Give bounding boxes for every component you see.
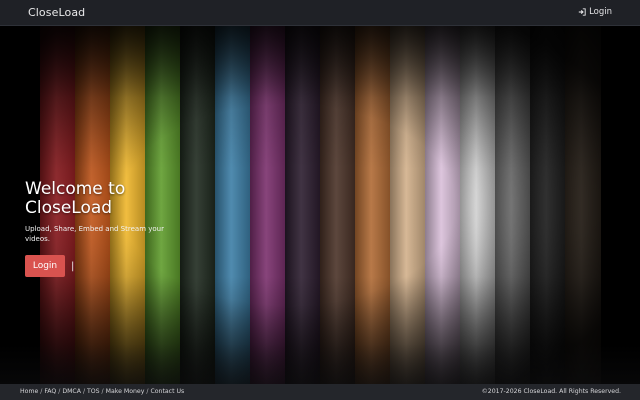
background-stripe [495,26,531,384]
background-stripe [285,26,321,384]
hero-subtitle: Upload, Share, Embed and Stream your vid… [25,225,164,243]
background-stripe [215,26,251,384]
footer-link-faq[interactable]: FAQ [44,388,56,395]
background-stripe [390,26,426,384]
sign-in-icon [578,8,586,16]
brand-logo-link[interactable]: CloseLoad [28,6,85,19]
footer: Home / FAQ / DMCA / TOS / Make Money / C… [0,384,640,400]
top-navbar: CloseLoad Login [0,0,640,26]
nav-login-label: Login [589,7,612,17]
hero-title: Welcome to CloseLoad [25,180,175,218]
footer-link-tos[interactable]: TOS [87,388,100,395]
background-stripe [180,26,216,384]
text-cursor-icon: | [71,260,75,272]
footer-link-contact-us[interactable]: Contact Us [150,388,184,395]
footer-link-home[interactable]: Home [20,388,38,395]
hero-section: Welcome to CloseLoad Upload, Share, Embe… [0,26,640,384]
background-stripe [565,26,601,384]
footer-links: Home / FAQ / DMCA / TOS / Make Money / C… [20,388,184,395]
background-stripe [530,26,566,384]
background-stripe [460,26,496,384]
background-stripe [250,26,286,384]
background-stripe [320,26,356,384]
background-stripe [425,26,461,384]
hero-login-button[interactable]: Login [25,255,65,277]
footer-link-dmca[interactable]: DMCA [62,388,81,395]
footer-link-make-money[interactable]: Make Money [106,388,145,395]
background-stripe [355,26,391,384]
footer-copyright: ©2017-2026 CloseLoad. All Rights Reserve… [481,388,621,395]
hero-title-line2: CloseLoad [25,198,113,218]
hero-content: Welcome to CloseLoad Upload, Share, Embe… [25,180,175,277]
hero-title-line1: Welcome to [25,179,126,199]
nav-login-link[interactable]: Login [578,7,612,17]
hero-actions: Login | [25,255,175,277]
